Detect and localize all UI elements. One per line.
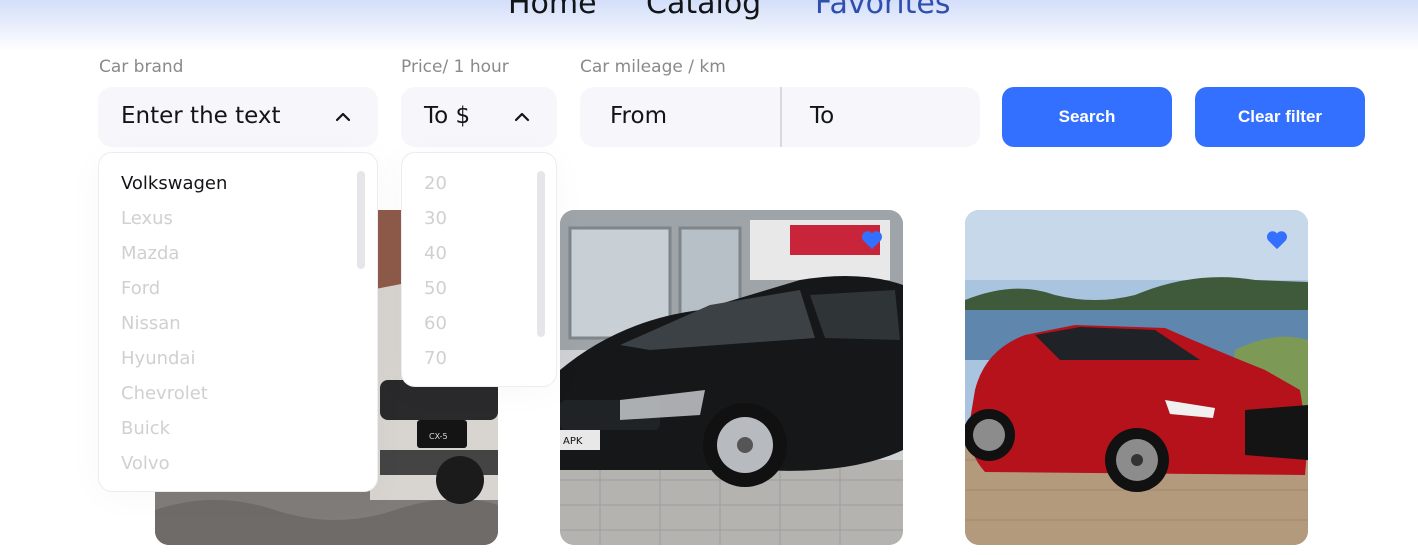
brand-option[interactable]: Lexus	[121, 208, 173, 229]
brand-option[interactable]: Volvo	[121, 453, 170, 474]
top-nav: Home Catalog Favorites	[0, 0, 1418, 52]
price-option[interactable]: 40	[424, 243, 447, 264]
brand-select-value: Enter the text	[121, 103, 281, 129]
svg-text:CX-5: CX-5	[429, 432, 448, 441]
mileage-range: From To	[580, 87, 980, 147]
brand-option[interactable]: Chevrolet	[121, 383, 208, 404]
brand-option[interactable]: Hyundai	[121, 348, 195, 369]
heart-icon[interactable]	[861, 230, 883, 250]
brand-select[interactable]: Enter the text	[98, 87, 378, 147]
nav-home-link[interactable]: Home	[508, 0, 597, 21]
svg-text:APK: APK	[563, 436, 583, 447]
price-dropdown: 20 30 40 50 60 70	[401, 152, 557, 387]
price-label: Price/ 1 hour	[401, 57, 509, 77]
brand-option[interactable]: Buick	[121, 418, 170, 439]
price-option[interactable]: 50	[424, 278, 447, 299]
price-option[interactable]: 30	[424, 208, 447, 229]
price-option[interactable]: 70	[424, 348, 447, 369]
car-card-image[interactable]	[965, 210, 1308, 545]
car-card-image[interactable]: APK	[560, 210, 903, 545]
price-select[interactable]: To $	[401, 87, 557, 147]
mileage-label: Car mileage / km	[580, 57, 726, 77]
price-option[interactable]: 60	[424, 313, 447, 334]
nav-catalog-link[interactable]: Catalog	[646, 0, 761, 21]
mileage-to-input[interactable]: To	[810, 103, 834, 129]
chevron-up-icon[interactable]	[335, 109, 351, 125]
chevron-up-icon[interactable]	[514, 109, 530, 125]
car-photo-volkswagen: APK	[560, 210, 903, 545]
brand-option[interactable]: Ford	[121, 278, 160, 299]
brand-dropdown-scrollbar[interactable]	[357, 171, 365, 269]
brand-option[interactable]: Nissan	[121, 313, 181, 334]
price-option[interactable]: 20	[424, 173, 447, 194]
heart-icon[interactable]	[1266, 230, 1288, 250]
nav-favorites-link[interactable]: Favorites	[815, 0, 951, 21]
mileage-divider	[780, 87, 782, 147]
brand-dropdown: Volkswagen Lexus Mazda Ford Nissan Hyund…	[98, 152, 378, 492]
brand-option[interactable]: Mazda	[121, 243, 179, 264]
search-button[interactable]: Search	[1002, 87, 1172, 147]
brand-option[interactable]: Volkswagen	[121, 173, 227, 194]
car-photo-lexus	[965, 210, 1308, 545]
price-dropdown-scrollbar[interactable]	[537, 171, 545, 337]
brand-label: Car brand	[99, 57, 184, 77]
mileage-from-input[interactable]: From	[610, 103, 667, 129]
price-select-value: To $	[424, 103, 471, 129]
clear-filter-button[interactable]: Clear filter	[1195, 87, 1365, 147]
